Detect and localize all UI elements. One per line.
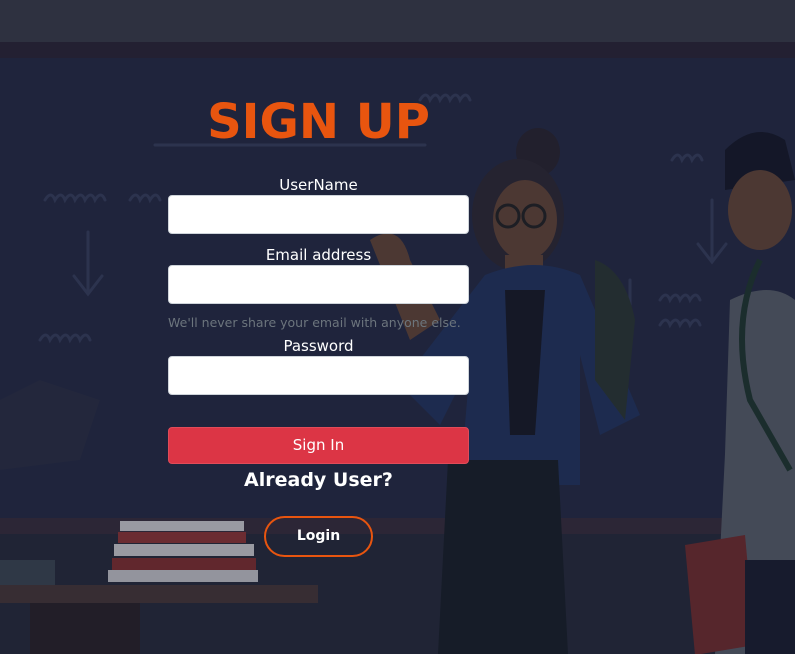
already-user-text: Already User?	[244, 469, 393, 491]
login-button[interactable]: Login	[264, 516, 373, 557]
sign-in-button[interactable]: Sign In	[168, 427, 469, 464]
email-label: Email address	[265, 246, 372, 264]
email-help-text: We'll never share your email with anyone…	[168, 315, 461, 330]
signup-form: SIGN UP UserName Email address We'll nev…	[168, 90, 469, 557]
username-label: UserName	[279, 176, 358, 194]
password-label: Password	[283, 337, 354, 355]
password-input[interactable]	[168, 356, 469, 395]
page-title: SIGN UP	[207, 94, 430, 150]
username-input[interactable]	[168, 195, 469, 234]
email-input[interactable]	[168, 265, 469, 304]
